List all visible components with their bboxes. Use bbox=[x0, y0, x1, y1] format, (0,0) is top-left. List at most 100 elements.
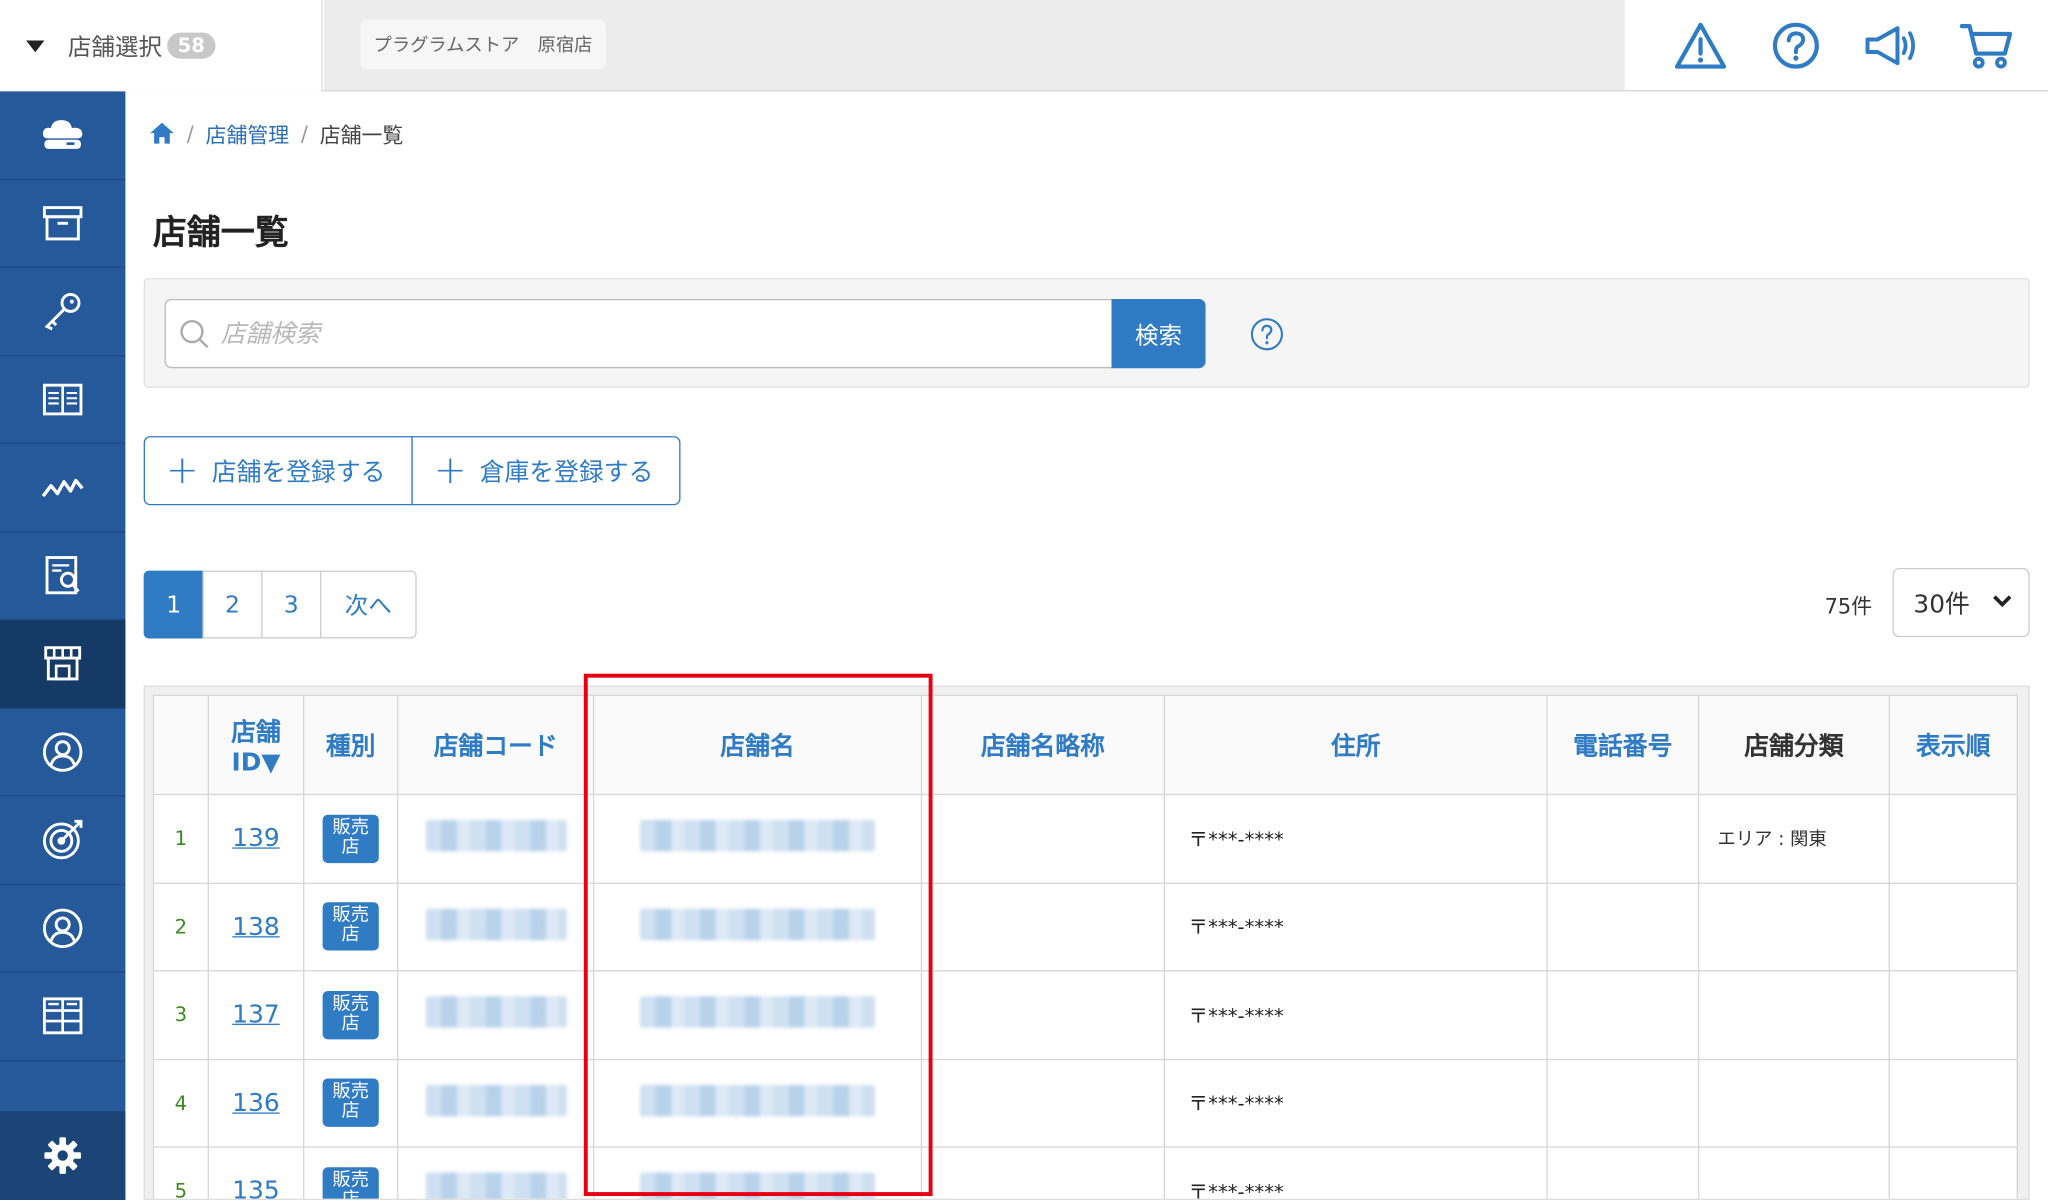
help-icon[interactable] bbox=[1767, 17, 1824, 74]
col-type[interactable]: 種別 bbox=[303, 694, 399, 796]
per-page-select[interactable]: 30件 bbox=[1892, 567, 2030, 638]
sidebar-item-key[interactable] bbox=[0, 268, 126, 356]
search-panel: 検索 bbox=[143, 278, 2030, 388]
chevron-down-icon bbox=[1993, 595, 2012, 608]
search-button[interactable]: 検索 bbox=[1111, 299, 1206, 369]
type-badge-line1: 販売 bbox=[332, 905, 369, 927]
store-name-cell bbox=[592, 882, 923, 972]
sidebar-item-account[interactable] bbox=[0, 885, 126, 973]
display-order-cell bbox=[1888, 793, 2018, 884]
pagination: 1 2 3 次へ bbox=[143, 570, 417, 639]
category-cell bbox=[1697, 1058, 1890, 1148]
redacted-store-name[interactable] bbox=[639, 996, 876, 1028]
caret-down-icon bbox=[26, 39, 45, 52]
sidebar-item-grid[interactable] bbox=[0, 973, 126, 1061]
total-count: 75件 bbox=[1824, 594, 1873, 619]
page-1-button[interactable]: 1 bbox=[143, 570, 204, 639]
page-3-button[interactable]: 3 bbox=[261, 570, 322, 639]
breadcrumb: / 店舗管理 / 店舗一覧 bbox=[149, 118, 403, 149]
address-cell: 〒***-**** bbox=[1163, 970, 1548, 1060]
row-number: 1 bbox=[152, 793, 209, 884]
store-id-cell: 137 bbox=[207, 970, 305, 1060]
table-row: 3 137 販売店 〒***-**** bbox=[152, 970, 2018, 1060]
sidebar-item-store[interactable] bbox=[0, 620, 126, 709]
redacted-store-code bbox=[425, 996, 567, 1028]
search-help-icon[interactable] bbox=[1250, 317, 1284, 351]
store-id-link[interactable]: 137 bbox=[232, 1000, 279, 1029]
col-store-name[interactable]: 店舗名 bbox=[592, 694, 923, 796]
short-name-cell bbox=[920, 1058, 1166, 1148]
redacted-store-name[interactable] bbox=[639, 1084, 876, 1117]
col-address[interactable]: 住所 bbox=[1163, 694, 1548, 796]
col-phone[interactable]: 電話番号 bbox=[1546, 694, 1700, 796]
col-store-id[interactable]: 店舗 ID▼ bbox=[207, 694, 305, 796]
store-select-dropdown[interactable]: 店舗選択 58 bbox=[0, 0, 323, 92]
cart-icon[interactable] bbox=[1958, 17, 2015, 74]
store-icon bbox=[44, 646, 82, 681]
warning-icon[interactable] bbox=[1671, 17, 1728, 74]
redacted-store-code bbox=[425, 820, 567, 852]
type-cell: 販売店 bbox=[303, 970, 399, 1060]
top-icon-bar bbox=[1626, 0, 2048, 91]
table-row: 1 139 販売店 〒***-**** エリア : 関東 bbox=[152, 793, 2018, 884]
account-icon bbox=[42, 908, 83, 948]
store-search-input[interactable] bbox=[220, 319, 1083, 348]
type-badge-line1: 販売 bbox=[332, 817, 369, 838]
user-icon bbox=[42, 732, 83, 772]
sidebar-item-report[interactable] bbox=[0, 532, 126, 621]
sidebar-item-book[interactable] bbox=[0, 356, 126, 444]
sidebar bbox=[0, 91, 126, 1200]
category-cell: エリア : 関東 bbox=[1697, 793, 1890, 884]
type-badge-line2: 店 bbox=[341, 1189, 360, 1200]
type-cell: 販売店 bbox=[303, 1146, 399, 1200]
store-name-cell bbox=[592, 1058, 923, 1148]
store-id-link[interactable]: 135 bbox=[232, 1177, 279, 1199]
per-page-value: 30件 bbox=[1913, 590, 1970, 619]
row-number: 3 bbox=[152, 970, 209, 1060]
sidebar-item-chart[interactable] bbox=[0, 444, 126, 533]
cloud-icon bbox=[42, 120, 83, 150]
sidebar-item-archive[interactable] bbox=[0, 180, 126, 268]
col-short-name[interactable]: 店舗名略称 bbox=[920, 694, 1166, 796]
redacted-store-name[interactable] bbox=[639, 820, 876, 852]
store-select-label: 店舗選択 bbox=[67, 33, 162, 62]
col-store-code[interactable]: 店舗コード bbox=[397, 694, 595, 796]
col-display-order[interactable]: 表示順 bbox=[1888, 694, 2018, 796]
type-cell: 販売店 bbox=[303, 882, 399, 972]
category-cell bbox=[1697, 1146, 1890, 1199]
add-store-label: 店舗を登録する bbox=[211, 458, 386, 488]
store-table-container: 店舗 ID▼ 種別 店舗コード 店舗名 店舗名略称 住所 電話番号 店舗分類 表示… bbox=[143, 685, 2030, 1200]
breadcrumb-current: 店舗一覧 bbox=[319, 122, 404, 148]
sidebar-item-settings[interactable] bbox=[0, 1111, 126, 1200]
add-warehouse-button[interactable]: + 倉庫を登録する bbox=[411, 436, 681, 506]
address-cell: 〒***-**** bbox=[1163, 1146, 1548, 1199]
redacted-store-name[interactable] bbox=[639, 1172, 876, 1199]
short-name-cell bbox=[920, 1146, 1166, 1199]
megaphone-icon[interactable] bbox=[1863, 17, 1920, 74]
sidebar-item-user[interactable] bbox=[0, 708, 126, 797]
top-bar-middle: プラグラムストア 原宿店 bbox=[323, 0, 1625, 91]
breadcrumb-store-management[interactable]: 店舗管理 bbox=[206, 118, 290, 149]
store-id-link[interactable]: 136 bbox=[232, 1089, 279, 1118]
current-store-chip[interactable]: プラグラムストア 原宿店 bbox=[360, 19, 606, 70]
address-cell: 〒***-**** bbox=[1163, 1058, 1548, 1148]
short-name-cell bbox=[920, 882, 1166, 972]
sidebar-item-cloud[interactable] bbox=[0, 91, 126, 180]
home-icon[interactable] bbox=[149, 121, 175, 145]
store-name-cell bbox=[592, 970, 923, 1060]
store-code-cell bbox=[397, 970, 595, 1060]
page-2-button[interactable]: 2 bbox=[202, 570, 263, 639]
col-category: 店舗分類 bbox=[1697, 694, 1890, 796]
address-cell: 〒***-**** bbox=[1163, 793, 1548, 884]
category-cell bbox=[1697, 882, 1890, 972]
plus-icon: + bbox=[165, 447, 199, 493]
add-store-button[interactable]: + 店舗を登録する bbox=[143, 436, 413, 506]
phone-cell bbox=[1546, 882, 1700, 972]
store-id-link[interactable]: 138 bbox=[232, 912, 279, 941]
redacted-store-code bbox=[425, 1172, 567, 1199]
sidebar-item-target[interactable] bbox=[0, 796, 126, 885]
redacted-store-name[interactable] bbox=[639, 908, 876, 940]
type-badge-line2: 店 bbox=[341, 1012, 360, 1034]
store-id-link[interactable]: 139 bbox=[232, 824, 279, 853]
next-page-button[interactable]: 次へ bbox=[319, 570, 417, 639]
